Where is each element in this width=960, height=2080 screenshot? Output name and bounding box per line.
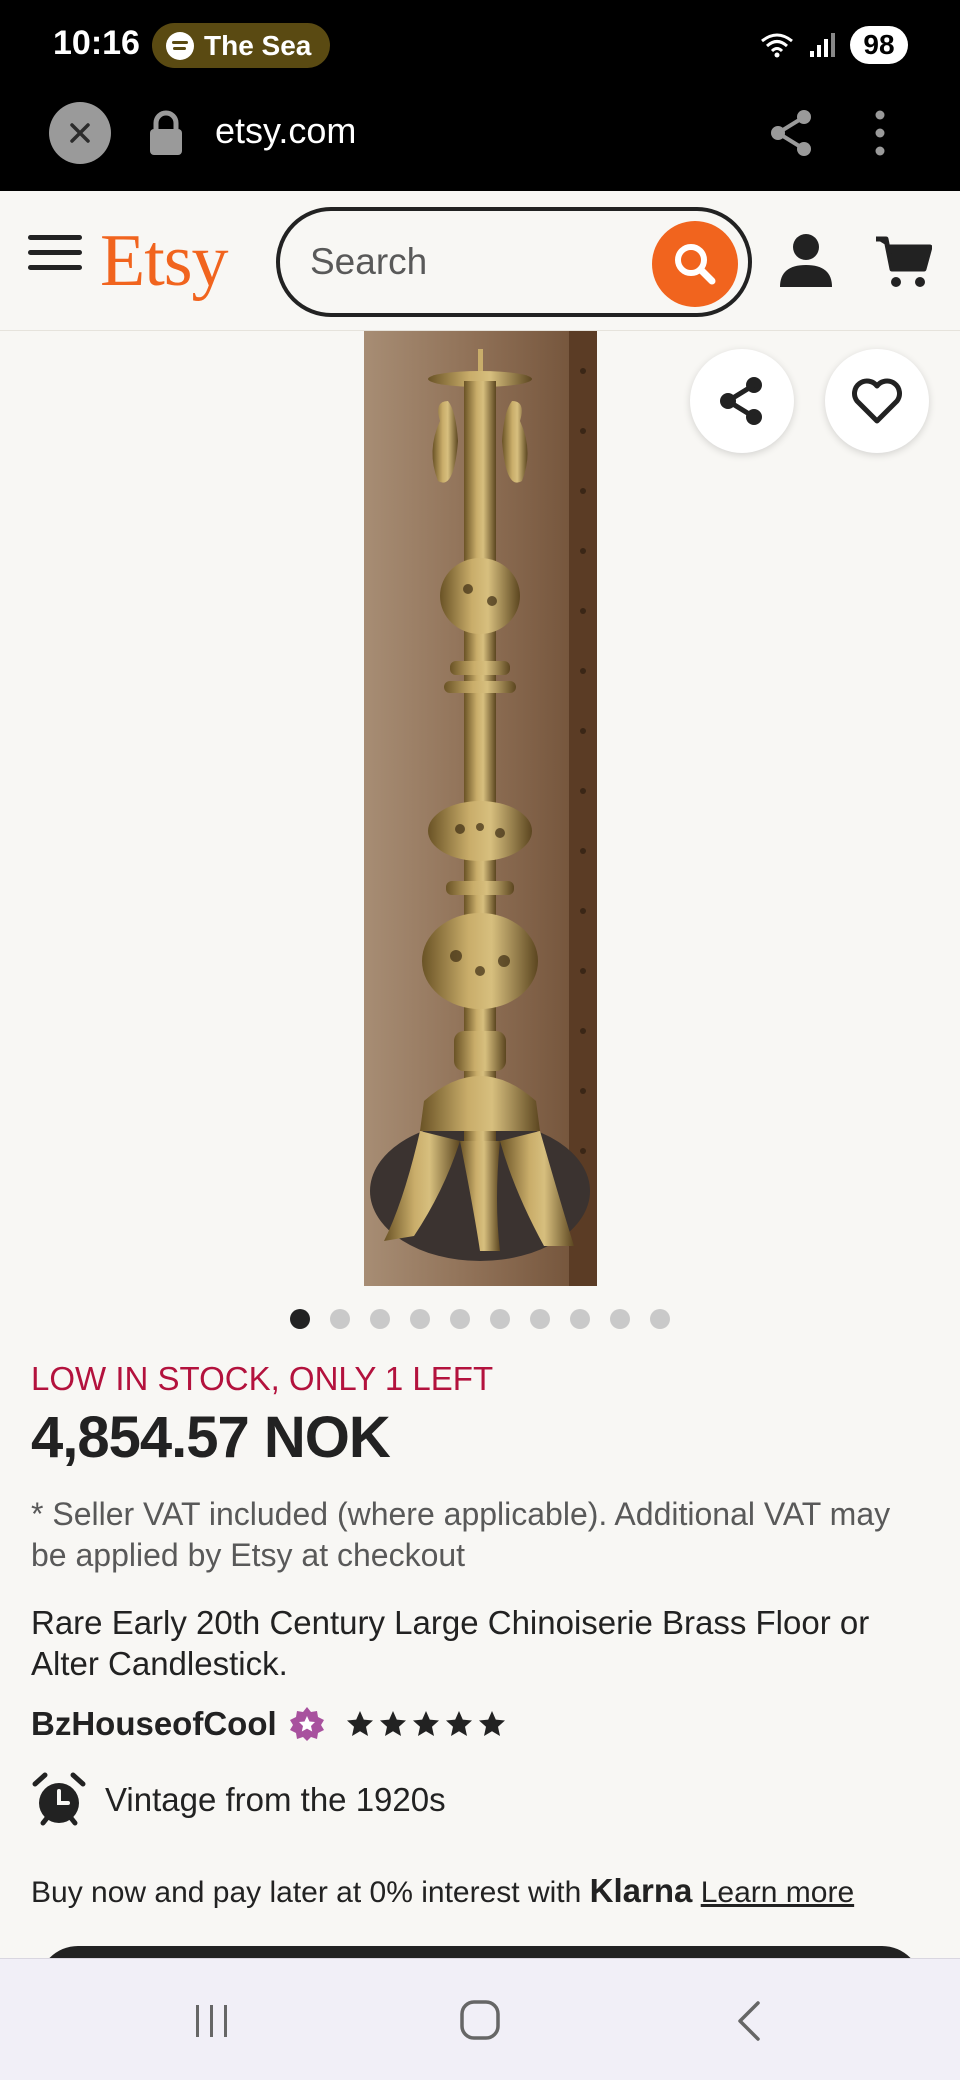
star-icon: [412, 1711, 439, 1736]
search-icon: [675, 244, 716, 285]
alarm-clock-icon: [32, 1772, 86, 1826]
star-icon: [478, 1711, 505, 1736]
product-image-carousel[interactable]: [0, 331, 960, 1286]
etsy-logo[interactable]: Etsy: [100, 219, 229, 304]
system-nav-bar: [0, 1958, 960, 2080]
carousel-dot[interactable]: [490, 1309, 510, 1329]
product-title: Rare Early 20th Century Large Chinoiseri…: [31, 1604, 870, 1682]
shop-name[interactable]: BzHouseofCool: [31, 1705, 277, 1743]
price: 4,854.57 NOK: [31, 1405, 391, 1470]
browser-menu-button[interactable]: [862, 106, 898, 160]
carousel-dot[interactable]: [610, 1309, 630, 1329]
signal-icon: [810, 33, 835, 57]
system-icons: 98: [760, 26, 908, 64]
carousel-dot[interactable]: [330, 1309, 350, 1329]
url-text[interactable]: etsy.com: [215, 110, 356, 152]
product-photo[interactable]: [364, 331, 597, 1286]
favorite-button[interactable]: [825, 349, 929, 453]
spotify-icon: [166, 31, 194, 60]
carousel-dot[interactable]: [370, 1309, 390, 1329]
star-icon: [346, 1711, 373, 1736]
browser-toolbar: etsy.com: [0, 92, 960, 191]
rating-stars[interactable]: [345, 1709, 507, 1739]
close-icon: [70, 123, 90, 143]
media-playing-pill[interactable]: The Sea: [152, 23, 330, 68]
lock-icon: [150, 110, 182, 155]
status-clock: 10:16: [53, 24, 140, 62]
listing-share-button[interactable]: [690, 349, 794, 453]
recents-icon[interactable]: [192, 2003, 232, 2039]
klarna-text: Buy now and pay later at 0% interest wit…: [31, 1876, 582, 1909]
klarna-brand: Klarna: [589, 1872, 693, 1909]
search-button[interactable]: [652, 221, 738, 307]
search-box: [276, 207, 752, 317]
klarna-learn-more-link[interactable]: Learn more: [701, 1876, 854, 1909]
vintage-label: Vintage from the 1920s: [105, 1781, 446, 1818]
share-icon: [720, 377, 762, 425]
browser-share-button[interactable]: [768, 108, 814, 158]
klarna-row: Buy now and pay later at 0% interest wit…: [31, 1872, 854, 1910]
battery-level: 98: [850, 26, 908, 64]
carousel-dot[interactable]: [570, 1309, 590, 1329]
carousel-dot[interactable]: [410, 1309, 430, 1329]
star-icon: [445, 1711, 472, 1736]
stock-notice: LOW IN STOCK, ONLY 1 LEFT: [31, 1360, 494, 1397]
cart-icon[interactable]: [874, 233, 932, 289]
home-icon[interactable]: [459, 1999, 501, 2041]
carousel-dots: [0, 1309, 960, 1329]
vintage-row: Vintage from the 1920s: [31, 1772, 446, 1828]
heart-icon: [852, 378, 902, 424]
menu-button[interactable]: [28, 235, 82, 283]
shop-row[interactable]: BzHouseofCool: [31, 1702, 507, 1746]
star-seller-badge-icon: [289, 1707, 324, 1741]
carousel-dot[interactable]: [450, 1309, 470, 1329]
account-icon[interactable]: [778, 231, 834, 289]
back-icon[interactable]: [734, 1999, 764, 2043]
carousel-dot[interactable]: [290, 1309, 310, 1329]
close-tab-button[interactable]: [49, 102, 111, 164]
star-icon: [379, 1711, 406, 1736]
carousel-dot[interactable]: [650, 1309, 670, 1329]
hamburger-icon: [28, 235, 82, 240]
vat-note: * Seller VAT included (where applicable)…: [31, 1496, 891, 1573]
status-bar: 10:16 The Sea 98: [0, 0, 960, 92]
search-input[interactable]: [310, 237, 640, 287]
media-title: The Sea: [204, 29, 312, 61]
carousel-dot[interactable]: [530, 1309, 550, 1329]
etsy-header: Etsy: [0, 191, 960, 331]
wifi-icon: [761, 33, 793, 58]
